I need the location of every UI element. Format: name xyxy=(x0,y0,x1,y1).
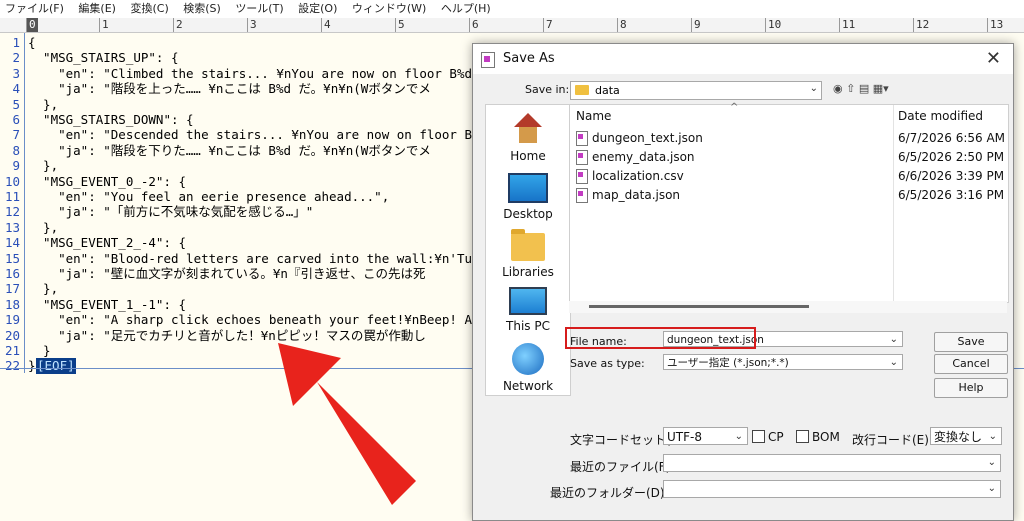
cp-checkbox[interactable] xyxy=(752,430,765,443)
recent-folders-dropdown[interactable]: ⌄ xyxy=(663,480,1001,498)
file-name: map_data.json xyxy=(592,188,681,202)
chevron-down-icon: ⌄ xyxy=(988,431,997,442)
place-network[interactable]: Network xyxy=(486,343,570,393)
file-icon xyxy=(576,169,588,184)
file-date: 6/5/2026 3:16 PM xyxy=(898,188,1005,202)
recent-folders-label: 最近のフォルダー(D): xyxy=(550,486,669,500)
place-this-pc[interactable]: This PC xyxy=(486,287,570,333)
chevron-down-icon: ⌄ xyxy=(734,431,743,442)
new-folder-icon[interactable]: ▤ xyxy=(859,82,869,95)
places-bar: Home Desktop Libraries This PC Network xyxy=(485,104,571,396)
place-desktop[interactable]: Desktop xyxy=(486,173,570,221)
dialog-toolbar: ◉ ⇧ ▤ ▦▾ xyxy=(833,82,889,95)
file-row[interactable]: localization.csv 6/6/2026 3:39 PM xyxy=(570,167,1008,186)
chevron-down-icon: ⌄ xyxy=(889,357,898,368)
place-label: Libraries xyxy=(502,265,554,279)
folder-icon xyxy=(575,85,589,95)
file-icon xyxy=(576,188,588,203)
close-icon[interactable]: ✕ xyxy=(986,48,1001,69)
place-label: Home xyxy=(510,149,546,163)
libraries-icon xyxy=(511,229,545,261)
place-home[interactable]: Home xyxy=(486,113,570,163)
network-icon xyxy=(512,343,544,375)
cp-label: CP xyxy=(768,430,784,444)
file-icon xyxy=(576,150,588,165)
save-as-type-dropdown[interactable]: ユーザー指定 (*.json;*.*) ⌄ xyxy=(663,354,903,370)
encoding-value: UTF-8 xyxy=(667,430,702,444)
place-label: Network xyxy=(502,379,554,393)
file-name: dungeon_text.json xyxy=(592,131,703,145)
dialog-titlebar: Save As ✕ xyxy=(473,44,1013,74)
help-button[interactable]: Help xyxy=(934,378,1008,398)
home-icon xyxy=(512,113,544,145)
save-as-dialog: Save As ✕ Save in: data ⌄ ◉ ⇧ ▤ ▦▾ Home … xyxy=(472,43,1014,521)
cancel-button[interactable]: Cancel xyxy=(934,354,1008,374)
file-row[interactable]: enemy_data.json 6/5/2026 2:50 PM xyxy=(570,148,1008,167)
newline-label: 改行コード(E): xyxy=(852,433,933,447)
newline-value: 変換なし xyxy=(934,430,983,444)
file-date: 6/6/2026 3:39 PM xyxy=(898,169,1005,183)
save-as-type-label: Save as type: xyxy=(570,357,645,370)
dialog-title: Save As xyxy=(503,51,555,66)
recent-files-label: 最近のファイル(F): xyxy=(570,460,675,474)
chevron-down-icon[interactable]: ⌄ xyxy=(890,332,898,348)
place-label: This PC xyxy=(506,319,550,333)
file-name: enemy_data.json xyxy=(592,150,695,164)
highlight-box xyxy=(565,327,756,349)
computer-icon xyxy=(509,287,547,315)
encoding-dropdown[interactable]: UTF-8 ⌄ xyxy=(663,427,748,445)
place-label: Desktop xyxy=(503,207,553,221)
newline-dropdown[interactable]: 変換なし ⌄ xyxy=(930,427,1002,445)
file-row[interactable]: map_data.json 6/5/2026 3:16 PM xyxy=(570,186,1008,205)
save-in-dropdown[interactable]: data ⌄ xyxy=(570,81,822,100)
sort-ascending-icon: ^ xyxy=(730,102,739,113)
save-button[interactable]: Save xyxy=(934,332,1008,352)
chevron-down-icon: ⌄ xyxy=(987,457,996,468)
view-menu-icon[interactable]: ▦▾ xyxy=(873,82,889,95)
app-icon xyxy=(481,52,495,68)
file-name: localization.csv xyxy=(592,169,684,183)
file-icon xyxy=(576,131,588,146)
horizontal-scrollbar[interactable] xyxy=(569,301,1007,313)
bom-label: BOM xyxy=(812,430,840,444)
save-as-type-value: ユーザー指定 (*.json;*.*) xyxy=(667,357,789,369)
file-date: 6/7/2026 6:56 AM xyxy=(898,131,1006,145)
save-in-label: Save in: xyxy=(525,83,570,96)
scrollbar-thumb[interactable] xyxy=(589,305,809,308)
save-in-value: data xyxy=(595,84,620,97)
up-folder-icon[interactable]: ⇧ xyxy=(846,82,855,95)
column-header-date[interactable]: Date modified xyxy=(898,109,983,123)
chevron-down-icon: ⌄ xyxy=(809,83,818,94)
chevron-down-icon: ⌄ xyxy=(987,483,996,494)
file-list[interactable]: Name ^ Date modified dungeon_text.json 6… xyxy=(569,102,1009,303)
file-date: 6/5/2026 2:50 PM xyxy=(898,150,1005,164)
recent-files-dropdown[interactable]: ⌄ xyxy=(663,454,1001,472)
place-libraries[interactable]: Libraries xyxy=(486,229,570,279)
bom-checkbox[interactable] xyxy=(796,430,809,443)
back-icon[interactable]: ◉ xyxy=(833,82,843,95)
desktop-icon xyxy=(508,173,548,203)
column-header-name[interactable]: Name xyxy=(576,109,611,123)
file-row[interactable]: dungeon_text.json 6/7/2026 6:56 AM xyxy=(570,129,1008,148)
